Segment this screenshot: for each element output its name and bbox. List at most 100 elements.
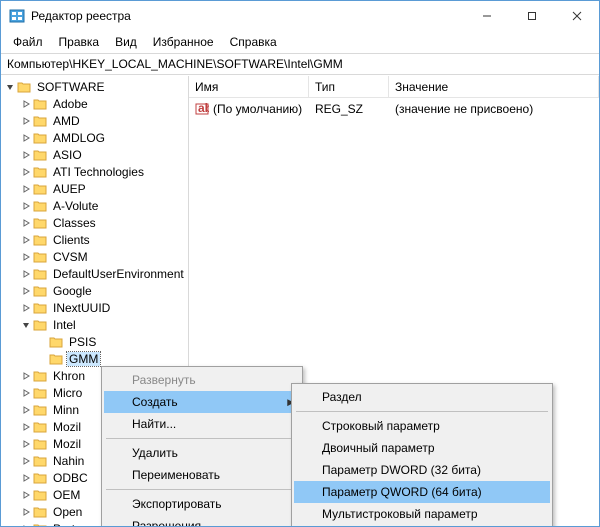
sub-multistring[interactable]: Мультистроковый параметр (294, 503, 550, 525)
menu-edit[interactable]: Правка (51, 33, 108, 51)
window-controls (464, 1, 599, 31)
expand-icon[interactable] (19, 131, 33, 145)
tree-item[interactable]: AMD (3, 112, 188, 129)
tree-item[interactable]: Clients (3, 231, 188, 248)
sub-binary[interactable]: Двоичный параметр (294, 437, 550, 459)
tree-item[interactable]: PSIS (3, 333, 188, 350)
tree-label: GMM (67, 352, 100, 366)
folder-icon (17, 80, 31, 94)
ctx-export[interactable]: Экспортировать (104, 493, 300, 515)
tree-item[interactable]: AMDLOG (3, 129, 188, 146)
menu-favorites[interactable]: Избранное (145, 33, 222, 51)
folder-icon (33, 301, 47, 315)
address-bar[interactable] (1, 53, 599, 75)
tree-label: INextUUID (51, 301, 112, 315)
maximize-button[interactable] (509, 1, 554, 31)
menu-help[interactable]: Справка (222, 33, 285, 51)
tree-item[interactable]: CVSM (3, 248, 188, 265)
tree-item[interactable]: INextUUID (3, 299, 188, 316)
expand-icon[interactable] (19, 471, 33, 485)
ctx-permissions[interactable]: Разрешения... (104, 515, 300, 526)
expand-icon[interactable] (19, 403, 33, 417)
expand-icon[interactable] (19, 182, 33, 196)
sub-string[interactable]: Строковый параметр (294, 415, 550, 437)
sub-key[interactable]: Раздел (294, 386, 550, 408)
ctx-separator (106, 489, 298, 490)
ctx-find[interactable]: Найти... (104, 413, 300, 435)
expand-icon[interactable] (19, 267, 33, 281)
menubar: Файл Правка Вид Избранное Справка (1, 31, 599, 53)
sub-dword[interactable]: Параметр DWORD (32 бита) (294, 459, 550, 481)
expand-icon[interactable] (19, 505, 33, 519)
expand-icon[interactable] (19, 250, 33, 264)
expand-icon[interactable] (19, 165, 33, 179)
address-input[interactable] (7, 57, 593, 71)
folder-icon (33, 165, 47, 179)
tree-label: Micro (51, 386, 84, 400)
list-row[interactable]: ab (По умолчанию) REG_SZ (значение не пр… (189, 100, 599, 118)
tree-label: Mozil (51, 437, 83, 451)
menu-view[interactable]: Вид (107, 33, 145, 51)
value-data: (значение не присвоено) (389, 102, 599, 116)
folder-icon (33, 403, 47, 417)
col-name[interactable]: Имя (189, 76, 309, 97)
expand-icon[interactable] (19, 420, 33, 434)
expand-icon[interactable] (19, 454, 33, 468)
tree-item[interactable]: Classes (3, 214, 188, 231)
ctx-delete[interactable]: Удалить (104, 442, 300, 464)
content-area: SOFTWAREAdobeAMDAMDLOGASIO ATI Technologi… (1, 75, 599, 526)
expand-icon[interactable] (19, 97, 33, 111)
tree-item[interactable]: AUEP (3, 180, 188, 197)
context-menu: Развернуть Создать▶ Найти... Удалить Пер… (101, 366, 303, 526)
tree-item[interactable]: Google (3, 282, 188, 299)
folder-icon (33, 386, 47, 400)
string-value-icon: ab (195, 102, 209, 116)
expand-icon[interactable] (19, 284, 33, 298)
tree-label: ATI Technologies (51, 165, 146, 179)
sub-qword[interactable]: Параметр QWORD (64 бита) (294, 481, 550, 503)
tree-item[interactable]: GMM (3, 350, 188, 367)
registry-editor-window: Редактор реестра Файл Правка Вид Избранн… (0, 0, 600, 527)
folder-icon (33, 488, 47, 502)
expand-icon[interactable] (19, 148, 33, 162)
expand-icon[interactable] (19, 488, 33, 502)
expand-icon[interactable] (19, 301, 33, 315)
expand-icon[interactable] (19, 199, 33, 213)
expand-icon[interactable] (19, 522, 33, 527)
col-type[interactable]: Тип (309, 76, 389, 97)
sub-expandstring[interactable]: Расширяемый строковый параметр (294, 525, 550, 526)
svg-text:ab: ab (198, 102, 209, 115)
tree-item[interactable]: SOFTWARE (3, 78, 188, 95)
tree-label: AUEP (51, 182, 88, 196)
expand-icon[interactable] (19, 233, 33, 247)
tree-item[interactable]: Intel (3, 316, 188, 333)
close-button[interactable] (554, 1, 599, 31)
list-header: Имя Тип Значение (189, 76, 599, 98)
folder-icon (33, 216, 47, 230)
ctx-rename[interactable]: Переименовать (104, 464, 300, 486)
folder-icon (33, 199, 47, 213)
tree-item[interactable]: ASIO (3, 146, 188, 163)
expand-icon[interactable] (19, 437, 33, 451)
titlebar[interactable]: Редактор реестра (1, 1, 599, 31)
folder-icon (33, 369, 47, 383)
tree-item[interactable]: DefaultUserEnvironment (3, 265, 188, 282)
collapse-icon[interactable] (19, 318, 33, 332)
ctx-expand[interactable]: Развернуть (104, 369, 300, 391)
menu-file[interactable]: Файл (5, 33, 51, 51)
tree-item[interactable]: ATI Technologies (3, 163, 188, 180)
minimize-button[interactable] (464, 1, 509, 31)
expand-icon[interactable] (19, 386, 33, 400)
expand-icon[interactable] (19, 216, 33, 230)
collapse-icon[interactable] (3, 80, 17, 94)
tree-item[interactable]: A-Volute (3, 197, 188, 214)
expand-icon[interactable] (19, 114, 33, 128)
folder-icon (33, 522, 47, 527)
ctx-create[interactable]: Создать▶ (104, 391, 300, 413)
expand-icon[interactable] (19, 369, 33, 383)
folder-icon (49, 352, 63, 366)
tree-item[interactable]: Adobe (3, 95, 188, 112)
col-value[interactable]: Значение (389, 76, 599, 97)
folder-icon (33, 505, 47, 519)
folder-icon (33, 454, 47, 468)
